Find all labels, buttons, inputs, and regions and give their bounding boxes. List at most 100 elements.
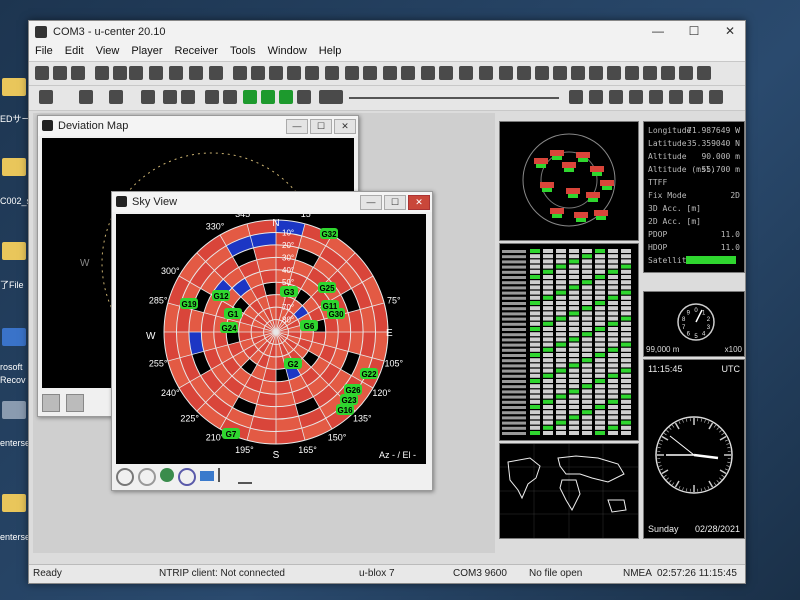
menu-help[interactable]: Help	[313, 43, 348, 61]
player-toolbar-icon[interactable]	[569, 90, 583, 104]
toolbar-icon[interactable]	[589, 66, 603, 80]
toolbar-icon[interactable]	[679, 66, 693, 80]
toolbar-icon[interactable]	[149, 66, 163, 80]
toolbar-icon[interactable]	[287, 66, 301, 80]
toolbar-icon[interactable]	[251, 66, 265, 80]
toolbar-icon[interactable]	[459, 66, 473, 80]
toolbar-icon[interactable]	[383, 66, 397, 80]
toolbar-icon[interactable]	[499, 66, 513, 80]
toolbar-icon[interactable]	[439, 66, 453, 80]
signal-row-label	[502, 250, 526, 253]
menu-receiver[interactable]: Receiver	[169, 43, 224, 61]
desktop-folder-icon[interactable]	[2, 152, 30, 182]
toolbar-icon[interactable]	[517, 66, 531, 80]
toolbar-icon[interactable]	[169, 66, 183, 80]
player-toolbar-icon[interactable]	[649, 90, 663, 104]
toolbar-icon[interactable]	[129, 66, 143, 80]
toolbar-icon[interactable]	[189, 66, 203, 80]
toolbar-icon[interactable]	[345, 66, 359, 80]
sky-view-minimize-button[interactable]: —	[360, 195, 382, 210]
toolbar-icon[interactable]	[35, 66, 49, 80]
toolbar-icon[interactable]	[269, 66, 283, 80]
menu-view[interactable]: View	[90, 43, 126, 61]
refresh-icon[interactable]	[178, 468, 196, 486]
sky-view-maximize-button[interactable]: ☐	[384, 195, 406, 210]
toolbar-icon[interactable]	[571, 66, 585, 80]
menu-player[interactable]: Player	[125, 43, 168, 61]
toolbar-icon[interactable]	[233, 66, 247, 80]
player-toolbar-icon[interactable]	[609, 90, 623, 104]
toolbar-icon[interactable]	[643, 66, 657, 80]
status-port[interactable]: COM3 9600	[453, 568, 507, 579]
map-view-icon[interactable]	[42, 394, 60, 412]
toolbar-icon[interactable]	[535, 66, 549, 80]
signal-row-label	[502, 328, 526, 331]
playback-slider[interactable]	[349, 97, 559, 99]
player-toolbar-icon[interactable]	[329, 90, 343, 104]
signal-cell	[621, 337, 631, 342]
player-toolbar-icon[interactable]	[589, 90, 603, 104]
toolbar-icon[interactable]	[697, 66, 711, 80]
desktop-folder-icon[interactable]	[2, 488, 30, 518]
toolbar-icon[interactable]	[401, 66, 415, 80]
desktop-app-icon[interactable]	[2, 395, 30, 425]
minimize-button[interactable]: —	[647, 23, 669, 39]
toolbar-icon[interactable]	[209, 66, 223, 80]
move-icon[interactable]	[66, 394, 84, 412]
desktop-folder-icon[interactable]	[2, 236, 30, 266]
player-toolbar-icon[interactable]	[223, 90, 237, 104]
globe-icon[interactable]	[160, 468, 174, 482]
deviation-map-maximize-button[interactable]: ☐	[310, 119, 332, 134]
toolbar-icon[interactable]	[325, 66, 339, 80]
deviation-map-minimize-button[interactable]: —	[286, 119, 308, 134]
player-toolbar-icon[interactable]	[279, 90, 293, 104]
menu-tools[interactable]: Tools	[224, 43, 262, 61]
signal-cell	[582, 431, 592, 435]
player-toolbar-icon[interactable]	[163, 90, 177, 104]
desktop-folder-icon[interactable]	[2, 72, 30, 102]
player-toolbar-icon[interactable]	[297, 90, 311, 104]
signal-cell	[595, 275, 605, 279]
toolbar-icon[interactable]	[305, 66, 319, 80]
player-toolbar-icon[interactable]	[39, 90, 53, 104]
toolbar-icon[interactable]	[421, 66, 435, 80]
toolbar-icon[interactable]	[661, 66, 675, 80]
status-ntrip[interactable]: NTRIP client: Not connected	[159, 568, 285, 579]
toolbar-icon[interactable]	[479, 66, 493, 80]
player-toolbar-icon[interactable]	[141, 90, 155, 104]
player-toolbar-icon[interactable]	[109, 90, 123, 104]
toolbar-icon[interactable]	[113, 66, 127, 80]
sky-view-close-button[interactable]: ✕	[408, 195, 430, 210]
toolbar-icon[interactable]	[625, 66, 639, 80]
close-button[interactable]: ✕	[719, 23, 741, 39]
toolbar-icon[interactable]	[95, 66, 109, 80]
menu-edit[interactable]: Edit	[59, 43, 90, 61]
player-toolbar-icon[interactable]	[205, 90, 219, 104]
signal-cell	[595, 259, 605, 264]
player-toolbar-icon[interactable]	[181, 90, 195, 104]
satellites-bar	[686, 256, 736, 264]
antenna-icon[interactable]	[218, 468, 234, 482]
player-toolbar-icon[interactable]	[689, 90, 703, 104]
toolbar-icon[interactable]	[553, 66, 567, 80]
menu-file[interactable]: File	[29, 43, 59, 61]
circle-icon[interactable]	[138, 468, 156, 486]
player-toolbar-icon[interactable]	[79, 90, 93, 104]
player-toolbar-icon[interactable]	[669, 90, 683, 104]
desktop-app-icon[interactable]	[2, 322, 30, 352]
target-icon[interactable]	[116, 468, 134, 486]
maximize-button[interactable]: ☐	[683, 23, 705, 39]
satellite-icon[interactable]	[200, 471, 214, 481]
player-toolbar-icon[interactable]	[243, 90, 257, 104]
toolbar-icon[interactable]	[607, 66, 621, 80]
toolbar-icon[interactable]	[53, 66, 67, 80]
toolbar-icon[interactable]	[363, 66, 377, 80]
menu-window[interactable]: Window	[262, 43, 313, 61]
deviation-map-close-button[interactable]: ✕	[334, 119, 356, 134]
player-toolbar-icon[interactable]	[709, 90, 723, 104]
toolbar-icon[interactable]	[71, 66, 85, 80]
player-toolbar-icon[interactable]	[629, 90, 643, 104]
player-toolbar-icon[interactable]	[261, 90, 275, 104]
signal-icon[interactable]	[238, 468, 252, 484]
satellite-label: G7	[226, 430, 237, 439]
